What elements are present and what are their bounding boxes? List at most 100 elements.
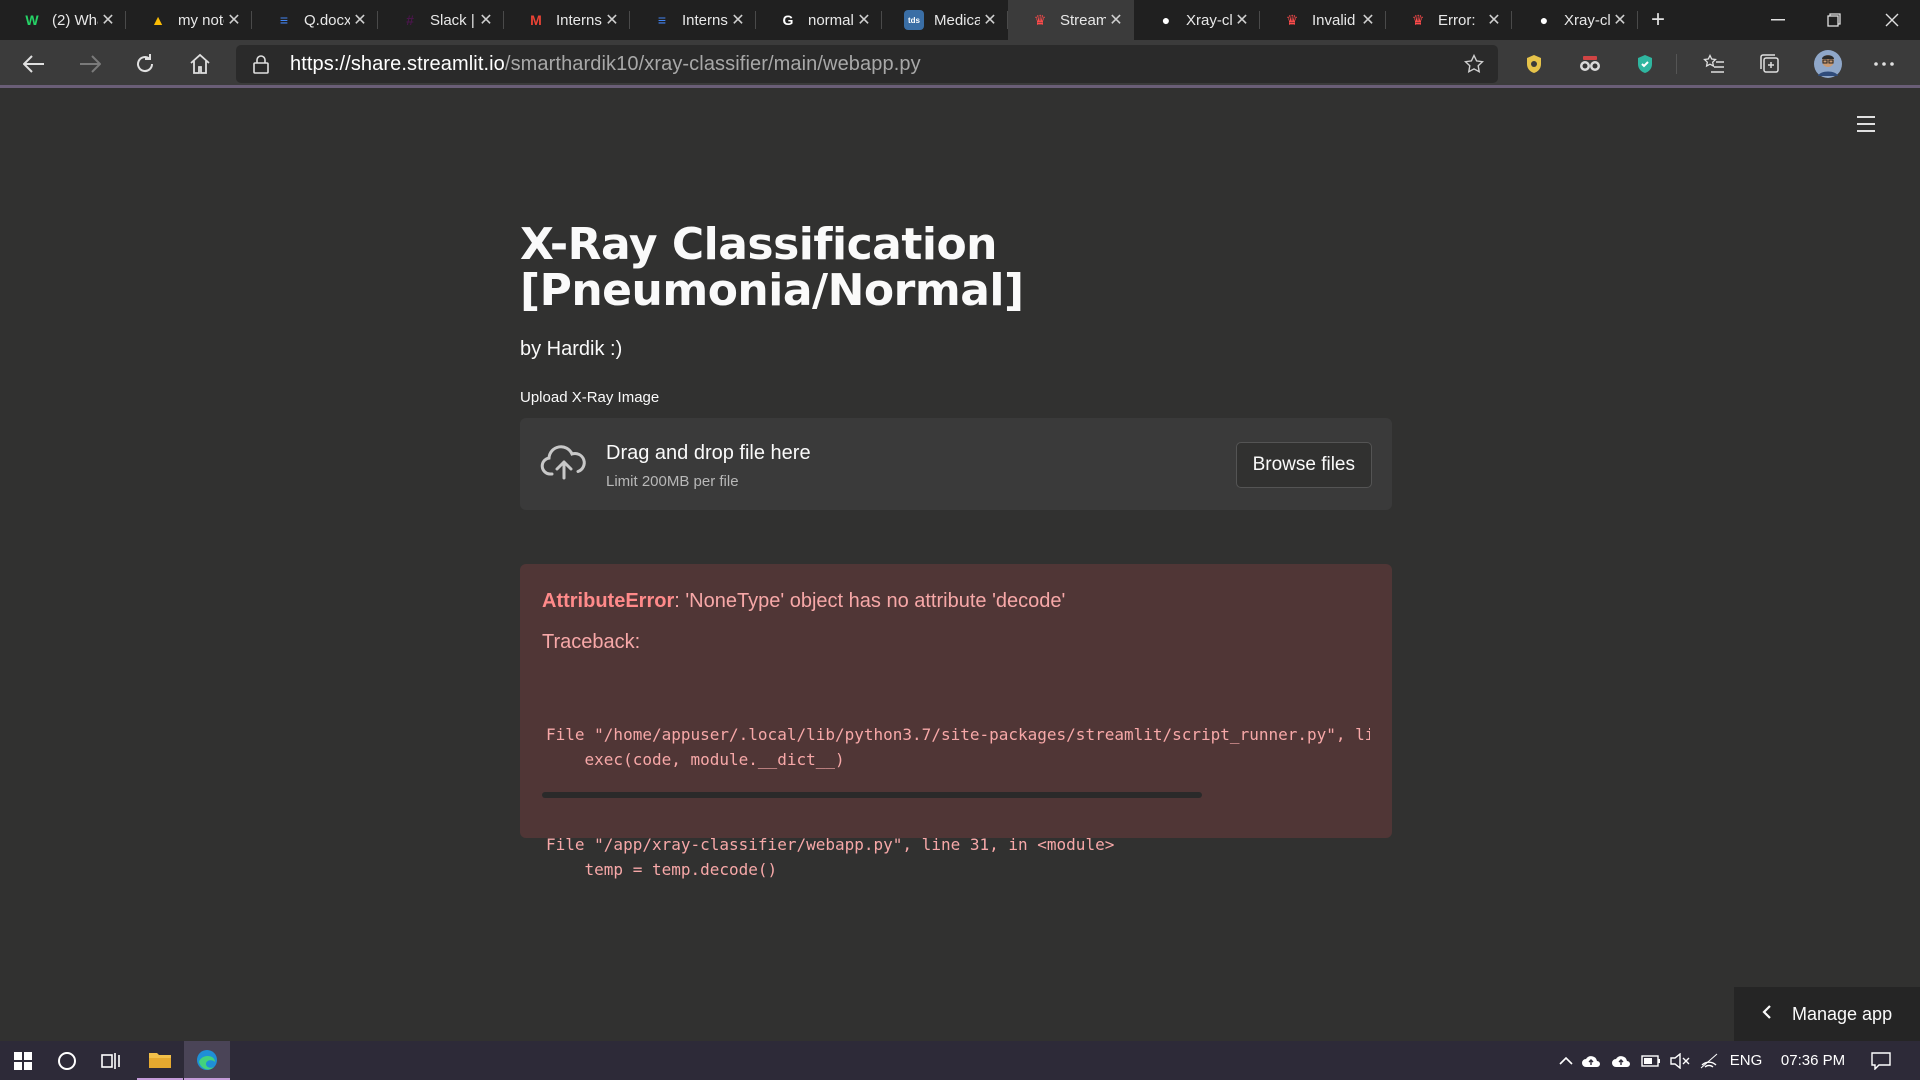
volume-muted-icon[interactable] <box>1666 1052 1694 1069</box>
browser-toolbar: https://share.streamlit.io/smarthardik10… <box>0 40 1920 88</box>
streamlit-icon: ♛ <box>1033 11 1047 28</box>
cortana-search-button[interactable] <box>44 1041 90 1080</box>
tab-close-icon[interactable]: ✕ <box>854 10 874 30</box>
arrow-left-icon <box>23 55 44 73</box>
home-button[interactable] <box>182 46 218 82</box>
address-bar[interactable]: https://share.streamlit.io/smarthardik10… <box>236 45 1498 83</box>
tab-close-icon[interactable]: ✕ <box>476 10 496 30</box>
browser-tab[interactable]: ♛ Streamlit✕ <box>1008 0 1134 40</box>
settings-more-button[interactable] <box>1866 46 1902 82</box>
task-view-icon <box>101 1052 120 1069</box>
cloud-upload-icon <box>540 445 586 480</box>
tab-title: Medical <box>934 11 980 29</box>
horizontal-scrollbar[interactable] <box>542 792 1202 798</box>
close-window-button[interactable] <box>1864 0 1920 40</box>
browser-tab[interactable]: ▲ my notes✕ <box>126 0 252 40</box>
browser-tab[interactable]: ● Xray-classifier✕ <box>1512 0 1638 40</box>
main-content: X-Ray Classification [Pneumonia/Normal] … <box>520 219 1392 879</box>
page-title: X-Ray Classification [Pneumonia/Normal] <box>520 219 1024 316</box>
notification-center-icon[interactable] <box>1858 1051 1904 1070</box>
clock[interactable]: 07:36 PM <box>1768 1052 1858 1069</box>
extension-glasses-button[interactable] <box>1572 46 1608 82</box>
tab-title: Error: <box>1438 11 1476 29</box>
google-icon: G <box>782 12 794 28</box>
battery-icon[interactable] <box>1636 1054 1666 1067</box>
tab-title: normal <box>808 11 854 29</box>
profile-button[interactable] <box>1810 46 1846 82</box>
refresh-button[interactable] <box>127 46 163 82</box>
tab-close-icon[interactable]: ✕ <box>350 10 370 30</box>
extension-leaf-button[interactable] <box>1627 46 1663 82</box>
tds-icon: tds <box>904 10 924 30</box>
folder-icon <box>149 1052 171 1068</box>
hamburger-icon <box>1857 116 1875 132</box>
browser-tab[interactable]: ≡ Internship✕ <box>630 0 756 40</box>
task-view-button[interactable] <box>88 1041 134 1080</box>
file-dropzone[interactable]: Drag and drop file here Limit 200MB per … <box>520 418 1392 510</box>
new-tab-button[interactable]: + <box>1638 0 1678 40</box>
wifi-icon[interactable] <box>1694 1053 1724 1069</box>
tab-close-icon[interactable]: ✕ <box>1610 10 1630 30</box>
onedrive-cloud-icon[interactable] <box>1576 1054 1606 1068</box>
browser-tab[interactable]: ♛ Invalid ✕ <box>1260 0 1386 40</box>
streamlit-icon: ♛ <box>1285 11 1299 28</box>
frame-code: exec(code, module.__dict__) <box>546 750 845 769</box>
traceback-frame: File "/home/appuser/.local/lib/python3.7… <box>546 722 1370 772</box>
traceback-code[interactable]: File "/home/appuser/.local/lib/python3.7… <box>542 672 1370 942</box>
refresh-icon <box>137 54 154 73</box>
toolbar-divider <box>1676 54 1677 74</box>
file-explorer-button[interactable] <box>137 1041 183 1080</box>
extension-shield-button[interactable] <box>1516 46 1552 82</box>
manage-app-button[interactable]: Manage app <box>1734 987 1920 1041</box>
arrow-right-icon <box>80 55 101 73</box>
tab-close-icon[interactable]: ✕ <box>1358 10 1378 30</box>
browse-files-button[interactable]: Browse files <box>1235 442 1372 488</box>
browser-tab[interactable]: Gnormal ✕ <box>756 0 882 40</box>
browser-tab[interactable]: ● Xray-classifier✕ <box>1134 0 1260 40</box>
tab-title: Xray-classifier <box>1564 11 1610 29</box>
tab-close-icon[interactable]: ✕ <box>728 10 748 30</box>
tab-close-icon[interactable]: ✕ <box>224 10 244 30</box>
start-button[interactable] <box>0 1041 46 1080</box>
streamlit-icon: ♛ <box>1411 11 1425 28</box>
minimize-button[interactable] <box>1750 0 1806 40</box>
browser-tab[interactable]: M Internship✕ <box>504 0 630 40</box>
browser-tab[interactable]: tds Medical✕ <box>882 0 1008 40</box>
uploader-label: Upload X-Ray Image <box>520 389 660 406</box>
tab-title: Invalid <box>1312 11 1356 29</box>
tab-close-icon[interactable]: ✕ <box>1106 10 1126 30</box>
whatsapp-icon: W <box>25 12 39 28</box>
favorites-button[interactable] <box>1696 46 1732 82</box>
tab-list: W(2) WhatsApp✕▲my notes✕≡Q.docx✕#Slack |… <box>0 0 1638 40</box>
tab-title: Slack | <box>430 11 475 29</box>
tab-close-icon[interactable]: ✕ <box>98 10 118 30</box>
hamburger-menu-button[interactable] <box>1856 115 1884 139</box>
cloud-sync-icon[interactable] <box>1606 1054 1636 1068</box>
url-text[interactable]: https://share.streamlit.io/smarthardik10… <box>290 53 921 76</box>
tab-close-icon[interactable]: ✕ <box>980 10 1000 30</box>
edge-browser-icon <box>197 1049 217 1070</box>
chevron-up-icon[interactable] <box>1556 1056 1576 1065</box>
browser-tab[interactable]: ♛ Error: ✕ <box>1386 0 1512 40</box>
browser-tab[interactable]: W (2) WhatsApp✕ <box>0 0 126 40</box>
tab-close-icon[interactable]: ✕ <box>1232 10 1252 30</box>
github-icon: ● <box>1539 12 1549 28</box>
shield-extension-icon <box>1527 55 1541 73</box>
tab-close-icon[interactable]: ✕ <box>1484 10 1504 30</box>
lock-icon[interactable] <box>252 54 270 74</box>
restore-button[interactable] <box>1806 0 1862 40</box>
dropzone-title: Drag and drop file here <box>606 442 811 464</box>
browser-tab[interactable]: # Slack | ✕ <box>378 0 504 40</box>
gmail-icon: M <box>530 12 542 28</box>
windows-taskbar: ENG 07:36 PM <box>0 1041 1920 1080</box>
error-message: AttributeError: 'NoneType' object has no… <box>520 564 1392 879</box>
favorite-star-icon[interactable] <box>1464 54 1484 74</box>
edge-taskbar-button[interactable] <box>184 1041 230 1080</box>
collections-button[interactable] <box>1752 46 1788 82</box>
back-button[interactable] <box>16 46 52 82</box>
tab-close-icon[interactable]: ✕ <box>602 10 622 30</box>
tab-title: Streamlit <box>1060 11 1106 29</box>
browser-tab[interactable]: ≡ Q.docx ✕ <box>252 0 378 40</box>
language-indicator[interactable]: ENG <box>1724 1052 1768 1069</box>
forward-button[interactable] <box>72 46 108 82</box>
